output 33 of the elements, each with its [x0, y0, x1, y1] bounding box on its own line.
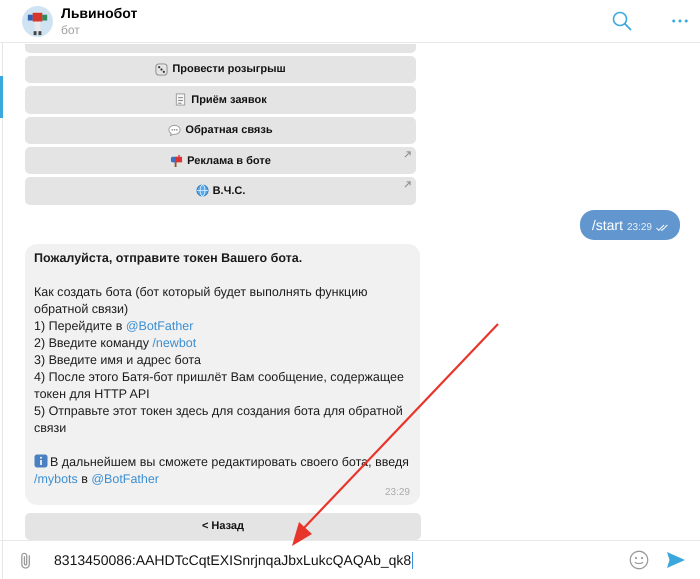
- more-icon[interactable]: [672, 19, 688, 23]
- keyboard-button[interactable]: В.Ч.С.: [25, 177, 416, 205]
- message-text: /start: [592, 216, 623, 233]
- avatar[interactable]: [22, 6, 53, 36]
- mailbox-icon: [170, 154, 184, 168]
- selection-marker: [0, 76, 3, 118]
- dice-icon: [155, 62, 168, 76]
- chat-title: Львинобот: [61, 5, 138, 21]
- keyboard-button[interactable]: Провести розыгрыш: [25, 56, 416, 84]
- message-line: 3) Введите имя и адрес бота: [34, 352, 202, 369]
- message-time: 23:29: [626, 222, 652, 233]
- send-icon[interactable]: [666, 551, 686, 569]
- message-title: Пожалуйста, отправите токен Вашего бота.: [34, 250, 304, 267]
- message-line: 4) После этого Батя-бот пришлёт Вам сообщение, содержащее токен для HTTP API: [34, 368, 405, 403]
- info-icon: [34, 454, 48, 468]
- globe-icon: [196, 184, 209, 198]
- keyboard-button[interactable]: Приём заявок: [25, 86, 416, 114]
- message-line: 1) Перейдите в @BotFather: [34, 318, 194, 335]
- chat-subtitle: бот: [61, 23, 81, 37]
- message-input[interactable]: 8313450086:AAHDTcCqtEXISnrjnqaJbxLukcQAQAb_qk8: [54, 552, 629, 568]
- external-link-icon: [404, 181, 411, 188]
- message-line: 2) Введите команду /newbot: [34, 334, 198, 352]
- search-icon[interactable]: [612, 11, 632, 31]
- message-time: 23:29: [384, 486, 410, 500]
- back-button[interactable]: < Назад: [25, 512, 421, 540]
- keyboard-button[interactable]: Обратная связь: [25, 116, 416, 144]
- message-line: 5) Отправьте этот токен здесь для создания бота для обратной связи: [34, 402, 404, 437]
- clipboard-icon: [174, 93, 188, 106]
- keyboard-button[interactable]: Реклама в боте: [25, 146, 416, 174]
- smiley-icon[interactable]: [629, 550, 649, 570]
- speech-bubble-icon: [168, 124, 182, 137]
- message-line: Как создать бота (бот который будет выполнять функцию обратной связи): [34, 284, 369, 318]
- external-link-icon: [404, 150, 411, 158]
